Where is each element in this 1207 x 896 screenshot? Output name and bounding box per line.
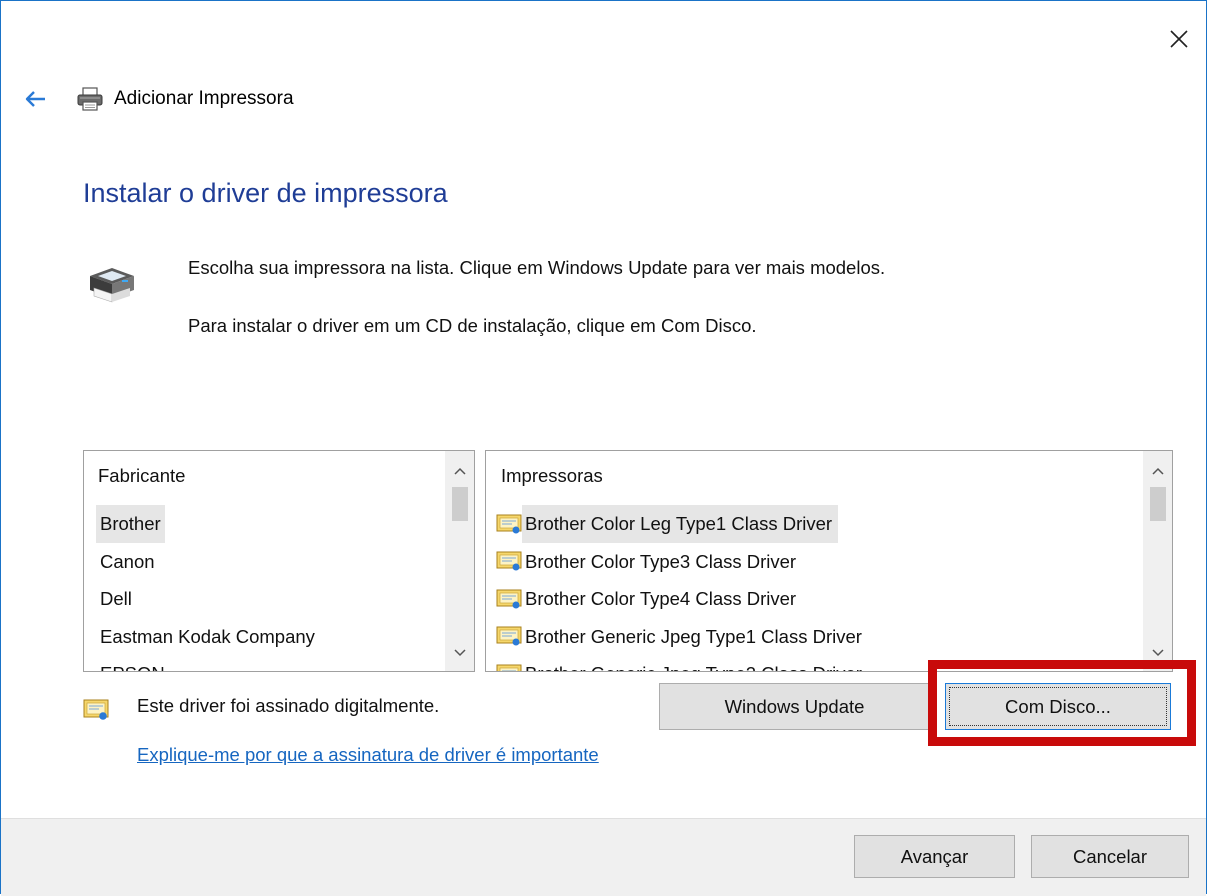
printer-icon xyxy=(76,86,106,112)
manufacturer-scrollbar[interactable] xyxy=(445,451,474,671)
instruction-disk-text: Para instalar o driver em um CD de insta… xyxy=(188,315,757,336)
printer-item[interactable]: Brother Color Type3 Class Driver xyxy=(496,543,1142,581)
footer-bar xyxy=(1,818,1206,896)
chevron-up-icon xyxy=(454,467,466,475)
cancel-button[interactable]: Cancelar xyxy=(1031,835,1189,878)
signature-help-link[interactable]: Explique-me por que a assinatura de driv… xyxy=(137,744,599,766)
signed-certificate-icon xyxy=(83,697,109,721)
next-button[interactable]: Avançar xyxy=(854,835,1015,878)
back-button[interactable] xyxy=(22,86,48,112)
scroll-down-button[interactable] xyxy=(1144,639,1172,667)
certificate-icon xyxy=(496,588,522,610)
chevron-down-icon xyxy=(1152,649,1164,657)
chevron-down-icon xyxy=(454,649,466,657)
wizard-title: Adicionar Impressora xyxy=(114,88,294,109)
signature-status: Este driver foi assinado digitalmente. xyxy=(137,695,440,716)
certificate-icon xyxy=(496,513,522,535)
have-disk-label: Com Disco... xyxy=(949,687,1167,726)
printer-list-header: Impressoras xyxy=(501,465,603,486)
back-arrow-icon xyxy=(25,91,45,107)
printer-item[interactable]: Brother Color Leg Type1 Class Driver xyxy=(496,505,1142,543)
manufacturer-item-kodak[interactable]: Eastman Kodak Company xyxy=(96,618,444,656)
certificate-icon xyxy=(496,550,522,572)
page-title: Instalar o driver de impressora xyxy=(83,178,448,208)
manufacturer-item-epson[interactable]: EPSON xyxy=(96,655,444,671)
instruction-text: Escolha sua impressora na lista. Clique … xyxy=(188,257,886,278)
scroll-thumb[interactable] xyxy=(452,487,468,521)
printer-scrollbar[interactable] xyxy=(1143,451,1172,671)
scroll-down-button[interactable] xyxy=(446,639,474,667)
manufacturer-list[interactable]: Fabricante Brother Canon Dell Eastman Ko… xyxy=(83,450,475,672)
printer-list[interactable]: Impressoras Brother Color Leg Type1 Clas… xyxy=(485,450,1173,672)
printer-driver-icon xyxy=(82,262,142,304)
have-disk-button[interactable]: Com Disco... xyxy=(945,683,1171,730)
printer-item[interactable]: Brother Generic Jpeg Type2 Class Driver xyxy=(496,655,1142,671)
printer-item[interactable]: Brother Color Type4 Class Driver xyxy=(496,580,1142,618)
chevron-up-icon xyxy=(1152,467,1164,475)
manufacturer-item-dell[interactable]: Dell xyxy=(96,580,444,618)
manufacturer-list-header: Fabricante xyxy=(98,465,186,486)
manufacturer-item-brother[interactable]: Brother xyxy=(96,505,444,543)
certificate-icon xyxy=(496,625,522,647)
scroll-up-button[interactable] xyxy=(1144,457,1172,485)
close-icon xyxy=(1170,30,1188,48)
windows-update-button[interactable]: Windows Update xyxy=(659,683,930,730)
printer-item[interactable]: Brother Generic Jpeg Type1 Class Driver xyxy=(496,618,1142,656)
scroll-thumb[interactable] xyxy=(1150,487,1166,521)
certificate-icon xyxy=(496,663,522,671)
manufacturer-item-canon[interactable]: Canon xyxy=(96,543,444,581)
scroll-up-button[interactable] xyxy=(446,457,474,485)
close-button[interactable] xyxy=(1162,22,1196,56)
wizard-header: Adicionar Impressora xyxy=(22,82,294,116)
